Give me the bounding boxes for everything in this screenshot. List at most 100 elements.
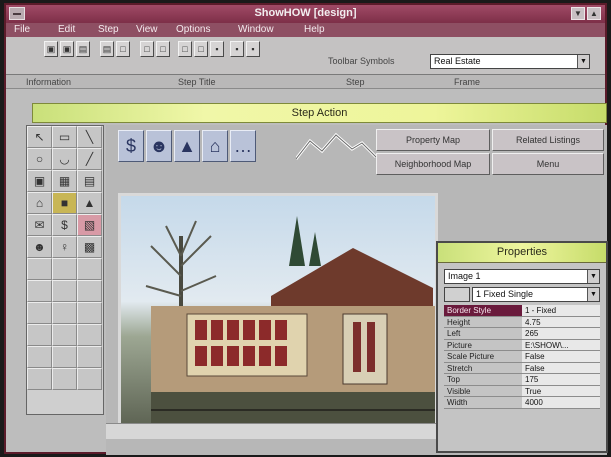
menu-window[interactable]: Window (238, 24, 274, 35)
agent-icon-button[interactable]: ☻ (146, 130, 172, 162)
menu-help[interactable]: Help (304, 24, 325, 35)
property-key: Stretch (447, 363, 473, 373)
menu-edit[interactable]: Edit (58, 24, 75, 35)
chevron-down-icon[interactable]: ▼ (587, 288, 599, 301)
house-photo (145, 216, 435, 430)
property-value: True (522, 385, 600, 396)
chart-tool-icon[interactable]: ▦ (52, 170, 77, 192)
toolbar-button[interactable]: □ (140, 41, 154, 57)
mountain-illustration-icon (296, 132, 376, 160)
minimize-icon[interactable]: ▼ (571, 7, 585, 20)
toolbar-button[interactable]: □ (194, 41, 208, 57)
price-icon-button[interactable]: $ (118, 130, 144, 162)
frame-tool-icon[interactable]: ▭ (52, 126, 77, 148)
properties-panel: Properties Image 1 ▼ 1 Fixed Single ▼ Bo… (436, 241, 608, 453)
object-selector[interactable]: Image 1 ▼ (444, 269, 600, 284)
color-tool-icon[interactable]: ▧ (77, 214, 102, 236)
grid-tool-icon[interactable]: ▩ (77, 236, 102, 258)
mail-tool-icon[interactable]: ✉ (27, 214, 52, 236)
property-row[interactable]: Visible True (444, 385, 600, 397)
toolbar-button[interactable]: ▤ (76, 41, 90, 57)
toolbar-symbols-value: Real Estate (434, 56, 481, 66)
image-tool-icon[interactable]: ▣ (27, 170, 52, 192)
dollar-tool-icon[interactable]: $ (52, 214, 77, 236)
ellipse-tool-icon[interactable]: ○ (27, 148, 52, 170)
toolbar-button[interactable]: ▣ (44, 41, 58, 57)
lock-tool-icon[interactable]: ▲ (77, 192, 102, 214)
menu-file[interactable]: File (14, 24, 30, 35)
property-cancel-icon[interactable] (444, 287, 470, 302)
empty-slot (27, 302, 52, 324)
diagonal-tool-icon[interactable]: ╱ (77, 148, 102, 170)
property-row[interactable]: Left 265 (444, 328, 600, 340)
property-key: Picture (447, 340, 472, 350)
house-tool-icon[interactable]: ⌂ (27, 192, 52, 214)
menu-button[interactable]: Menu (492, 153, 604, 175)
toolbar-symbols-label: Toolbar Symbols (328, 56, 395, 66)
property-key: Height (447, 317, 471, 327)
property-value-text: 1 Fixed Single (476, 289, 534, 299)
screen-tool-icon[interactable]: ▤ (77, 170, 102, 192)
toolbar-button[interactable]: ▪ (230, 41, 244, 57)
property-value: 175 (522, 374, 600, 385)
person-tool-icon[interactable]: ♀ (52, 236, 77, 258)
empty-slot (77, 324, 102, 346)
app-window: ShowHOW [design] ▼ ▲ File Edit Step View… (4, 3, 608, 455)
face-tool-icon[interactable]: ☻ (27, 236, 52, 258)
empty-slot (52, 346, 77, 368)
empty-slot (27, 258, 52, 280)
info-row: Information Step Title Step Frame (6, 75, 605, 89)
property-value: 4000 (522, 397, 600, 408)
arc-tool-icon[interactable]: ◡ (52, 148, 77, 170)
empty-slot (52, 324, 77, 346)
line-tool-icon[interactable]: ╲ (77, 126, 102, 148)
toolbar-button[interactable]: □ (156, 41, 170, 57)
canvas-scrollbar[interactable] (106, 423, 436, 439)
more-icon-button[interactable]: … (230, 130, 256, 162)
property-key: Visible (447, 386, 471, 396)
property-row[interactable]: Picture E:\SHOW\... (444, 339, 600, 351)
property-key: Border Style (444, 305, 522, 316)
neighborhood-map-button[interactable]: Neighborhood Map (376, 153, 490, 175)
frame-label: Frame (454, 77, 481, 87)
property-row[interactable]: Scale Picture False (444, 351, 600, 363)
toolbar-button[interactable]: ▤ (100, 41, 114, 57)
property-value-editor[interactable]: 1 Fixed Single ▼ (472, 287, 600, 302)
toolbox-palette: ↖ ▭ ╲ ○ ◡ ╱ ▣ ▦ ▤ ⌂ ■ ▲ ✉ $ ▧ ☻ ♀ ▩ (26, 125, 104, 415)
info-label: Information (26, 77, 72, 87)
house-image[interactable] (118, 193, 438, 433)
empty-slot (52, 258, 77, 280)
chevron-down-icon[interactable]: ▼ (587, 270, 599, 283)
property-value: 1 - Fixed (522, 305, 600, 316)
fill-tool-icon[interactable]: ■ (52, 192, 77, 214)
property-map-button[interactable]: Property Map (376, 129, 490, 151)
toolbar-button[interactable]: ▣ (60, 41, 74, 57)
property-row[interactable]: Height 4.75 (444, 316, 600, 328)
properties-title: Properties (438, 243, 606, 263)
toolbar-button[interactable]: □ (116, 41, 130, 57)
home-icon-button[interactable]: ⌂ (202, 130, 228, 162)
menu-step[interactable]: Step (98, 24, 119, 35)
toolbar-button[interactable]: ▪ (246, 41, 260, 57)
pointer-tool-icon[interactable]: ↖ (27, 126, 52, 148)
maximize-icon[interactable]: ▲ (587, 7, 601, 20)
toolbar-button[interactable]: ▪ (210, 41, 224, 57)
up-icon-button[interactable]: ▲ (174, 130, 200, 162)
empty-slot (77, 280, 102, 302)
related-listings-button[interactable]: Related Listings (492, 129, 604, 151)
property-value: False (522, 362, 600, 373)
empty-slot (52, 280, 77, 302)
empty-slot (27, 368, 52, 390)
property-row[interactable]: Width 4000 (444, 397, 600, 409)
menu-options[interactable]: Options (176, 24, 210, 35)
property-row[interactable]: Stretch False (444, 362, 600, 374)
property-row[interactable]: Top 175 (444, 374, 600, 386)
empty-slot (77, 368, 102, 390)
property-row[interactable]: Border Style 1 - Fixed (444, 305, 600, 317)
object-selector-value: Image 1 (448, 271, 481, 281)
chevron-down-icon[interactable]: ▼ (577, 55, 589, 68)
toolbar-symbols-dropdown[interactable]: Real Estate ▼ (430, 54, 590, 69)
empty-slot (77, 302, 102, 324)
menu-view[interactable]: View (136, 24, 158, 35)
toolbar-button[interactable]: □ (178, 41, 192, 57)
